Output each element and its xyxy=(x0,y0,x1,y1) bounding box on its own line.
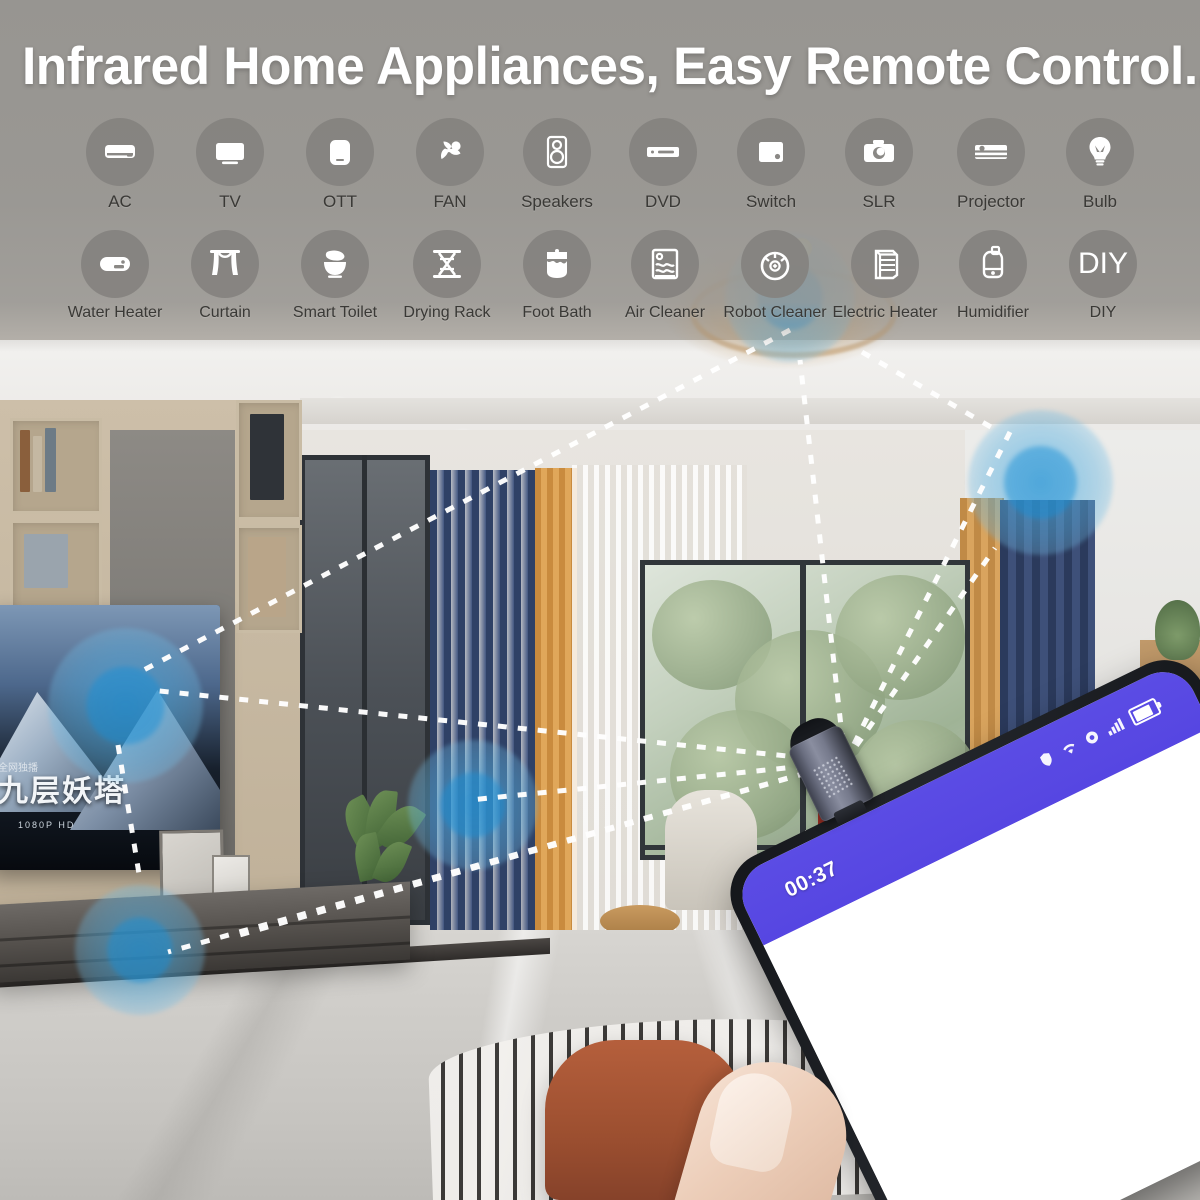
appliance-item-dvd[interactable]: DVD xyxy=(608,118,718,212)
ir-target-tv xyxy=(48,628,203,783)
foot-bath-icon[interactable] xyxy=(523,230,591,298)
shelf xyxy=(10,520,102,612)
product-marketing-image: 全网独播 九层妖塔 1080P HD Infrared Home Applian… xyxy=(0,0,1200,1200)
diy-text-icon[interactable]: DIY xyxy=(1069,230,1137,298)
appliance-label: AC xyxy=(108,192,132,211)
ir-target-ceiling-ac xyxy=(968,410,1113,555)
appliance-label: OTT xyxy=(323,192,357,211)
header-banner: Infrared Home Appliances, Easy Remote Co… xyxy=(0,0,1200,352)
appliance-item-speakers[interactable]: Speakers xyxy=(502,118,612,212)
water-heater-icon[interactable] xyxy=(81,230,149,298)
shelf xyxy=(236,525,302,633)
appliance-label: Foot Bath xyxy=(522,304,592,321)
diy-glyph-text: DIY xyxy=(1077,247,1128,280)
appliance-label: Speakers xyxy=(521,192,593,211)
projector-icon[interactable] xyxy=(957,118,1025,186)
appliance-item-projector[interactable]: Projector xyxy=(936,118,1046,212)
appliance-item-water-heater[interactable]: Water Heater xyxy=(60,230,170,322)
appliance-item-drying-rack[interactable]: Drying Rack xyxy=(392,230,502,322)
appliance-label: Drying Rack xyxy=(403,304,491,321)
appliance-item-foot-bath[interactable]: Foot Bath xyxy=(502,230,612,322)
drying-rack-icon[interactable] xyxy=(413,230,481,298)
appliance-item-diy[interactable]: DIY DIY xyxy=(1048,230,1158,322)
television-icon[interactable] xyxy=(196,118,264,186)
curtain-icon[interactable] xyxy=(191,230,259,298)
smart-toilet-icon[interactable] xyxy=(301,230,369,298)
appliance-label: Humidifier xyxy=(956,304,1029,321)
shelf xyxy=(236,400,302,520)
appliance-item-smart-toilet[interactable]: Smart Toilet xyxy=(280,230,390,322)
camera-icon[interactable] xyxy=(845,118,913,186)
wifi-icon xyxy=(1063,743,1075,754)
appliance-item-electric-heater[interactable]: Electric Heater xyxy=(830,230,940,322)
status-time: 00:37 xyxy=(781,856,842,902)
air-conditioner-icon[interactable] xyxy=(86,118,154,186)
electric-heater-icon[interactable] xyxy=(851,230,919,298)
appliance-label: TV xyxy=(219,192,241,211)
location-icon xyxy=(1085,731,1098,744)
appliance-label: Bulb xyxy=(1082,192,1118,211)
appliance-label: Water Heater xyxy=(67,304,163,321)
appliance-item-air-cleaner[interactable]: Air Cleaner xyxy=(610,230,720,322)
appliance-item-slr[interactable]: SLR xyxy=(824,118,934,212)
appliance-item-tv[interactable]: TV xyxy=(175,118,285,212)
battery-icon xyxy=(1127,697,1163,727)
appliance-label: FAN xyxy=(433,192,467,211)
thumbnail xyxy=(706,1066,799,1176)
appliance-label: SLR xyxy=(862,192,896,211)
wall-switch-icon[interactable] xyxy=(737,118,805,186)
appliance-label: Smart Toilet xyxy=(292,304,378,321)
appliance-label: DIY xyxy=(1089,304,1117,321)
appliance-item-robot-cleaner[interactable]: Robot Cleaner xyxy=(720,230,830,322)
appliance-label: Air Cleaner xyxy=(624,304,706,321)
air-cleaner-icon[interactable] xyxy=(631,230,699,298)
appliance-item-switch[interactable]: Switch xyxy=(716,118,826,212)
dvd-player-icon[interactable] xyxy=(629,118,697,186)
speaker-icon[interactable] xyxy=(523,118,591,186)
ir-target-console xyxy=(75,885,205,1015)
curtain-orange xyxy=(535,468,577,938)
appliance-item-humidifier[interactable]: Humidifier xyxy=(938,230,1048,322)
appliance-item-bulb[interactable]: Bulb xyxy=(1045,118,1155,212)
appliance-label: Switch xyxy=(745,192,797,211)
robot-cleaner-icon[interactable] xyxy=(741,230,809,298)
ott-box-icon[interactable] xyxy=(306,118,374,186)
appliance-row-1: AC TV OTT FAN Speakers DVD Switch SLR Pr… xyxy=(0,118,1200,233)
appliance-label: Projector xyxy=(956,192,1026,211)
appliance-item-ac[interactable]: AC xyxy=(65,118,175,212)
appliance-row-2: Water Heater Curtain Smart Toilet Drying… xyxy=(0,230,1200,345)
humidifier-icon[interactable] xyxy=(959,230,1027,298)
appliance-item-fan[interactable]: FAN xyxy=(395,118,505,212)
ir-target-floor-lamp xyxy=(408,740,538,870)
ir-emitter-grid-icon xyxy=(811,754,855,799)
curtain-blue xyxy=(430,470,535,940)
shield-icon xyxy=(1040,753,1052,766)
page-title: Infrared Home Appliances, Easy Remote Co… xyxy=(22,37,1200,96)
signal-icon xyxy=(1108,717,1125,736)
light-bulb-icon[interactable] xyxy=(1066,118,1134,186)
appliance-item-ott[interactable]: OTT xyxy=(285,118,395,212)
appliance-label: Robot Cleaner xyxy=(723,304,827,321)
fan-icon[interactable] xyxy=(416,118,484,186)
appliance-label: DVD xyxy=(645,192,681,211)
shelf xyxy=(10,418,102,514)
appliance-label: Curtain xyxy=(199,304,251,321)
tv-subtitle: 1080P HD xyxy=(18,820,76,830)
appliance-label: Electric Heater xyxy=(832,304,938,321)
appliance-item-curtain[interactable]: Curtain xyxy=(170,230,280,322)
